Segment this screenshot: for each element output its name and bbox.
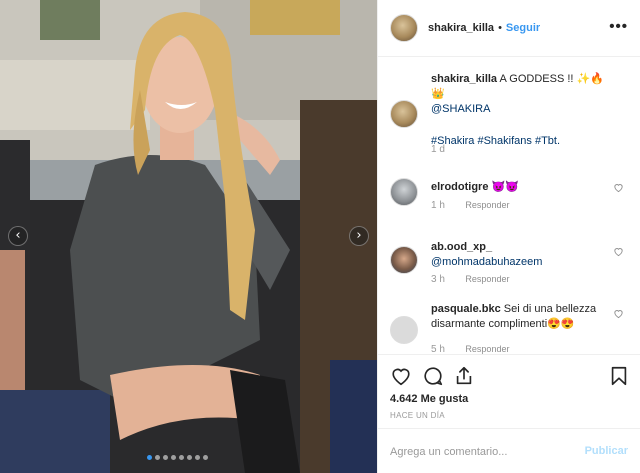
avatar[interactable] bbox=[390, 14, 418, 42]
avatar[interactable] bbox=[390, 178, 418, 206]
carousel-dot bbox=[179, 455, 184, 460]
comments-list: shakira_killa A GODDESS !! ✨🔥👑 @SHAKIRA … bbox=[378, 58, 640, 354]
follow-button[interactable]: Seguir bbox=[506, 22, 540, 34]
share-upload-icon[interactable] bbox=[453, 365, 475, 387]
comment-meta: 5 h Responder bbox=[431, 344, 509, 354]
post-image bbox=[0, 0, 377, 473]
carousel-dot bbox=[171, 455, 176, 460]
post-side-panel: shakira_killa • Seguir ••• shakira_killa… bbox=[377, 0, 640, 473]
carousel-prev-button[interactable]: ‹ bbox=[8, 226, 28, 246]
avatar[interactable] bbox=[390, 246, 418, 274]
carousel-dot bbox=[187, 455, 192, 460]
like-heart-icon[interactable] bbox=[613, 308, 624, 319]
caption-meta: 1 d bbox=[431, 144, 463, 155]
carousel-dot bbox=[163, 455, 168, 460]
avatar[interactable] bbox=[390, 316, 418, 344]
post-username[interactable]: shakira_killa bbox=[428, 22, 494, 34]
caption-mention[interactable]: @SHAKIRA bbox=[431, 103, 490, 115]
publish-button[interactable]: Publicar bbox=[585, 445, 628, 457]
caption-body: shakira_killa A GODDESS !! ✨🔥👑 @SHAKIRA … bbox=[431, 72, 616, 149]
reply-button[interactable]: Responder bbox=[465, 274, 509, 284]
comment-mention[interactable]: @mohmadabuhazeem bbox=[431, 256, 542, 268]
likes-count[interactable]: 4.642 Me gusta bbox=[390, 393, 468, 405]
comment-input[interactable] bbox=[390, 443, 580, 461]
comment-meta: 1 h Responder bbox=[431, 200, 509, 211]
post-actions: 4.642 Me gusta HACE UN DÍA Publicar bbox=[378, 354, 640, 473]
separator-bullet: • bbox=[498, 22, 502, 34]
comment-username[interactable]: ab.ood_xp_ bbox=[431, 241, 492, 253]
carousel-dot bbox=[147, 455, 152, 460]
comment-time[interactable]: 1 h bbox=[431, 200, 445, 211]
reply-button[interactable]: Responder bbox=[465, 344, 509, 354]
carousel-dot bbox=[155, 455, 160, 460]
comment-composer: Publicar bbox=[378, 428, 640, 473]
like-heart-icon[interactable] bbox=[613, 182, 624, 193]
comment-body: elrodotigre 😈😈 bbox=[431, 180, 616, 195]
carousel-next-button[interactable]: › bbox=[349, 226, 369, 246]
comment-body: ab.ood_xp_ @mohmadabuhazeem bbox=[431, 240, 616, 270]
like-heart-icon[interactable] bbox=[390, 365, 412, 387]
carousel-dot bbox=[195, 455, 200, 460]
like-heart-icon[interactable] bbox=[613, 246, 624, 257]
caption-username[interactable]: shakira_killa bbox=[431, 73, 497, 85]
comment-time[interactable]: 5 h bbox=[431, 344, 445, 354]
comment-username[interactable]: elrodotigre bbox=[431, 181, 488, 193]
comment-time[interactable]: 3 h bbox=[431, 274, 445, 285]
action-icons-row bbox=[390, 365, 630, 387]
post-header: shakira_killa • Seguir ••• bbox=[378, 0, 640, 57]
bookmark-icon[interactable] bbox=[608, 365, 630, 387]
comment-bubble-icon[interactable] bbox=[422, 365, 444, 387]
comment-username[interactable]: pasquale.bkc bbox=[431, 303, 501, 315]
carousel-dot bbox=[203, 455, 208, 460]
avatar[interactable] bbox=[390, 100, 418, 128]
comment-body: pasquale.bkc Sei di una bellezza disarma… bbox=[431, 302, 616, 332]
reply-button[interactable]: Responder bbox=[465, 200, 509, 210]
comment-text: 😈😈 bbox=[491, 181, 519, 193]
caption-time[interactable]: 1 d bbox=[431, 144, 445, 155]
comment-meta: 3 h Responder bbox=[431, 274, 509, 285]
post-timestamp: HACE UN DÍA bbox=[390, 411, 445, 420]
more-horizontal-icon[interactable]: ••• bbox=[609, 18, 628, 35]
post-photo[interactable]: ‹ › bbox=[0, 0, 377, 473]
carousel-dots bbox=[147, 455, 208, 460]
